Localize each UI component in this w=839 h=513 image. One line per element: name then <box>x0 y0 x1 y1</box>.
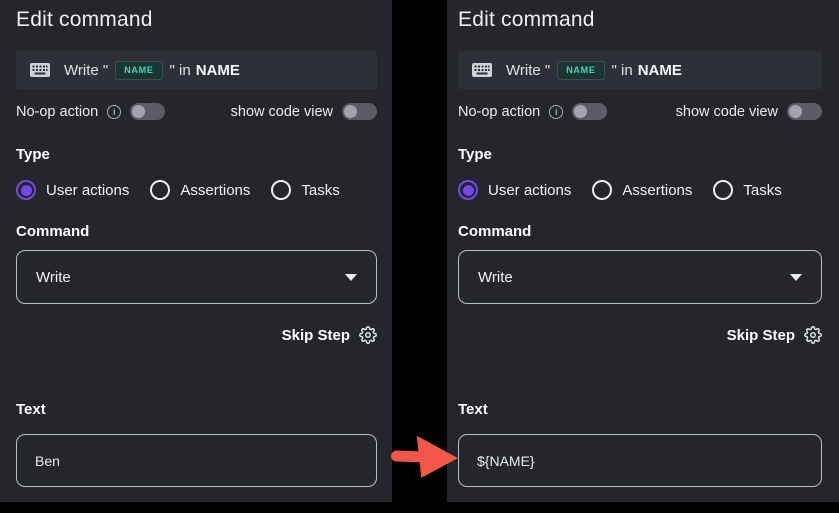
edit-command-panel-before: Edit command Write " NAME " in NAME No-o… <box>0 0 392 502</box>
radio-circle <box>458 180 478 200</box>
noop-action-label: No-op action <box>458 104 540 120</box>
step-variable-badge: NAME <box>115 61 162 80</box>
keyboard-icon <box>30 63 50 77</box>
toggles-row: No-op action i show code view <box>16 103 377 120</box>
info-icon[interactable]: i <box>549 105 563 119</box>
page-title: Edit command <box>458 8 822 32</box>
keyboard-icon <box>472 63 492 77</box>
type-radio-group: User actions Assertions Tasks <box>16 180 377 200</box>
info-icon[interactable]: i <box>107 105 121 119</box>
step-target: NAME <box>196 62 240 79</box>
text-label: Text <box>16 401 377 418</box>
command-dropdown-value: Write <box>36 269 71 286</box>
step-action-suffix: " in <box>170 62 191 79</box>
screenshot-canvas: Edit command Write " NAME " in NAME No-o… <box>0 0 839 513</box>
radio-circle <box>16 180 36 200</box>
code-view-group: show code view <box>676 103 822 120</box>
step-target: NAME <box>638 62 682 79</box>
noop-action-toggle[interactable] <box>572 103 607 120</box>
command-label: Command <box>458 223 822 240</box>
step-variable-badge: NAME <box>557 61 604 80</box>
radio-label: Tasks <box>743 182 781 199</box>
code-view-label: show code view <box>231 104 333 120</box>
noop-action-group: No-op action i <box>16 103 165 120</box>
type-label: Type <box>458 146 822 163</box>
radio-tasks[interactable]: Tasks <box>713 180 781 200</box>
radio-assertions[interactable]: Assertions <box>592 180 692 200</box>
radio-user-actions[interactable]: User actions <box>16 180 129 200</box>
radio-user-actions[interactable]: User actions <box>458 180 571 200</box>
skip-step-label[interactable]: Skip Step <box>282 327 350 344</box>
radio-circle <box>713 180 733 200</box>
toggle-knob <box>344 105 357 118</box>
radio-circle <box>150 180 170 200</box>
gear-icon[interactable] <box>804 326 822 344</box>
skip-step-row: Skip Step <box>458 326 822 344</box>
noop-action-group: No-op action i <box>458 103 607 120</box>
text-input[interactable] <box>16 434 377 487</box>
radio-label: Assertions <box>622 182 692 199</box>
radio-label: Tasks <box>301 182 339 199</box>
step-action-suffix: " in <box>612 62 633 79</box>
command-dropdown[interactable]: Write <box>16 250 377 304</box>
command-dropdown-value: Write <box>478 269 513 286</box>
step-summary-bar: Write " NAME " in NAME <box>16 51 377 89</box>
toggles-row: No-op action i show code view <box>458 103 822 120</box>
noop-action-toggle[interactable] <box>130 103 165 120</box>
gear-icon[interactable] <box>359 326 377 344</box>
edit-command-panel-after: Edit command Write " NAME " in NAME No-o… <box>447 0 839 502</box>
radio-assertions[interactable]: Assertions <box>150 180 250 200</box>
radio-tasks[interactable]: Tasks <box>271 180 339 200</box>
step-action-prefix: Write " <box>64 62 108 79</box>
toggle-knob <box>132 105 145 118</box>
text-label: Text <box>458 401 822 418</box>
radio-label: User actions <box>488 182 571 199</box>
noop-action-label: No-op action <box>16 104 98 120</box>
radio-label: User actions <box>46 182 129 199</box>
chevron-down-icon <box>790 274 802 281</box>
code-view-label: show code view <box>676 104 778 120</box>
radio-circle <box>592 180 612 200</box>
toggle-knob <box>574 105 587 118</box>
arrow-right-icon <box>386 431 464 481</box>
step-action-prefix: Write " <box>506 62 550 79</box>
radio-label: Assertions <box>180 182 250 199</box>
code-view-group: show code view <box>231 103 377 120</box>
step-summary-bar: Write " NAME " in NAME <box>458 51 822 89</box>
code-view-toggle[interactable] <box>787 103 822 120</box>
type-label: Type <box>16 146 377 163</box>
radio-circle <box>271 180 291 200</box>
skip-step-label[interactable]: Skip Step <box>727 327 795 344</box>
code-view-toggle[interactable] <box>342 103 377 120</box>
toggle-knob <box>789 105 802 118</box>
text-input[interactable] <box>458 434 822 487</box>
chevron-down-icon <box>345 274 357 281</box>
skip-step-row: Skip Step <box>16 326 377 344</box>
command-dropdown[interactable]: Write <box>458 250 822 304</box>
command-label: Command <box>16 223 377 240</box>
type-radio-group: User actions Assertions Tasks <box>458 180 822 200</box>
page-title: Edit command <box>16 8 377 32</box>
